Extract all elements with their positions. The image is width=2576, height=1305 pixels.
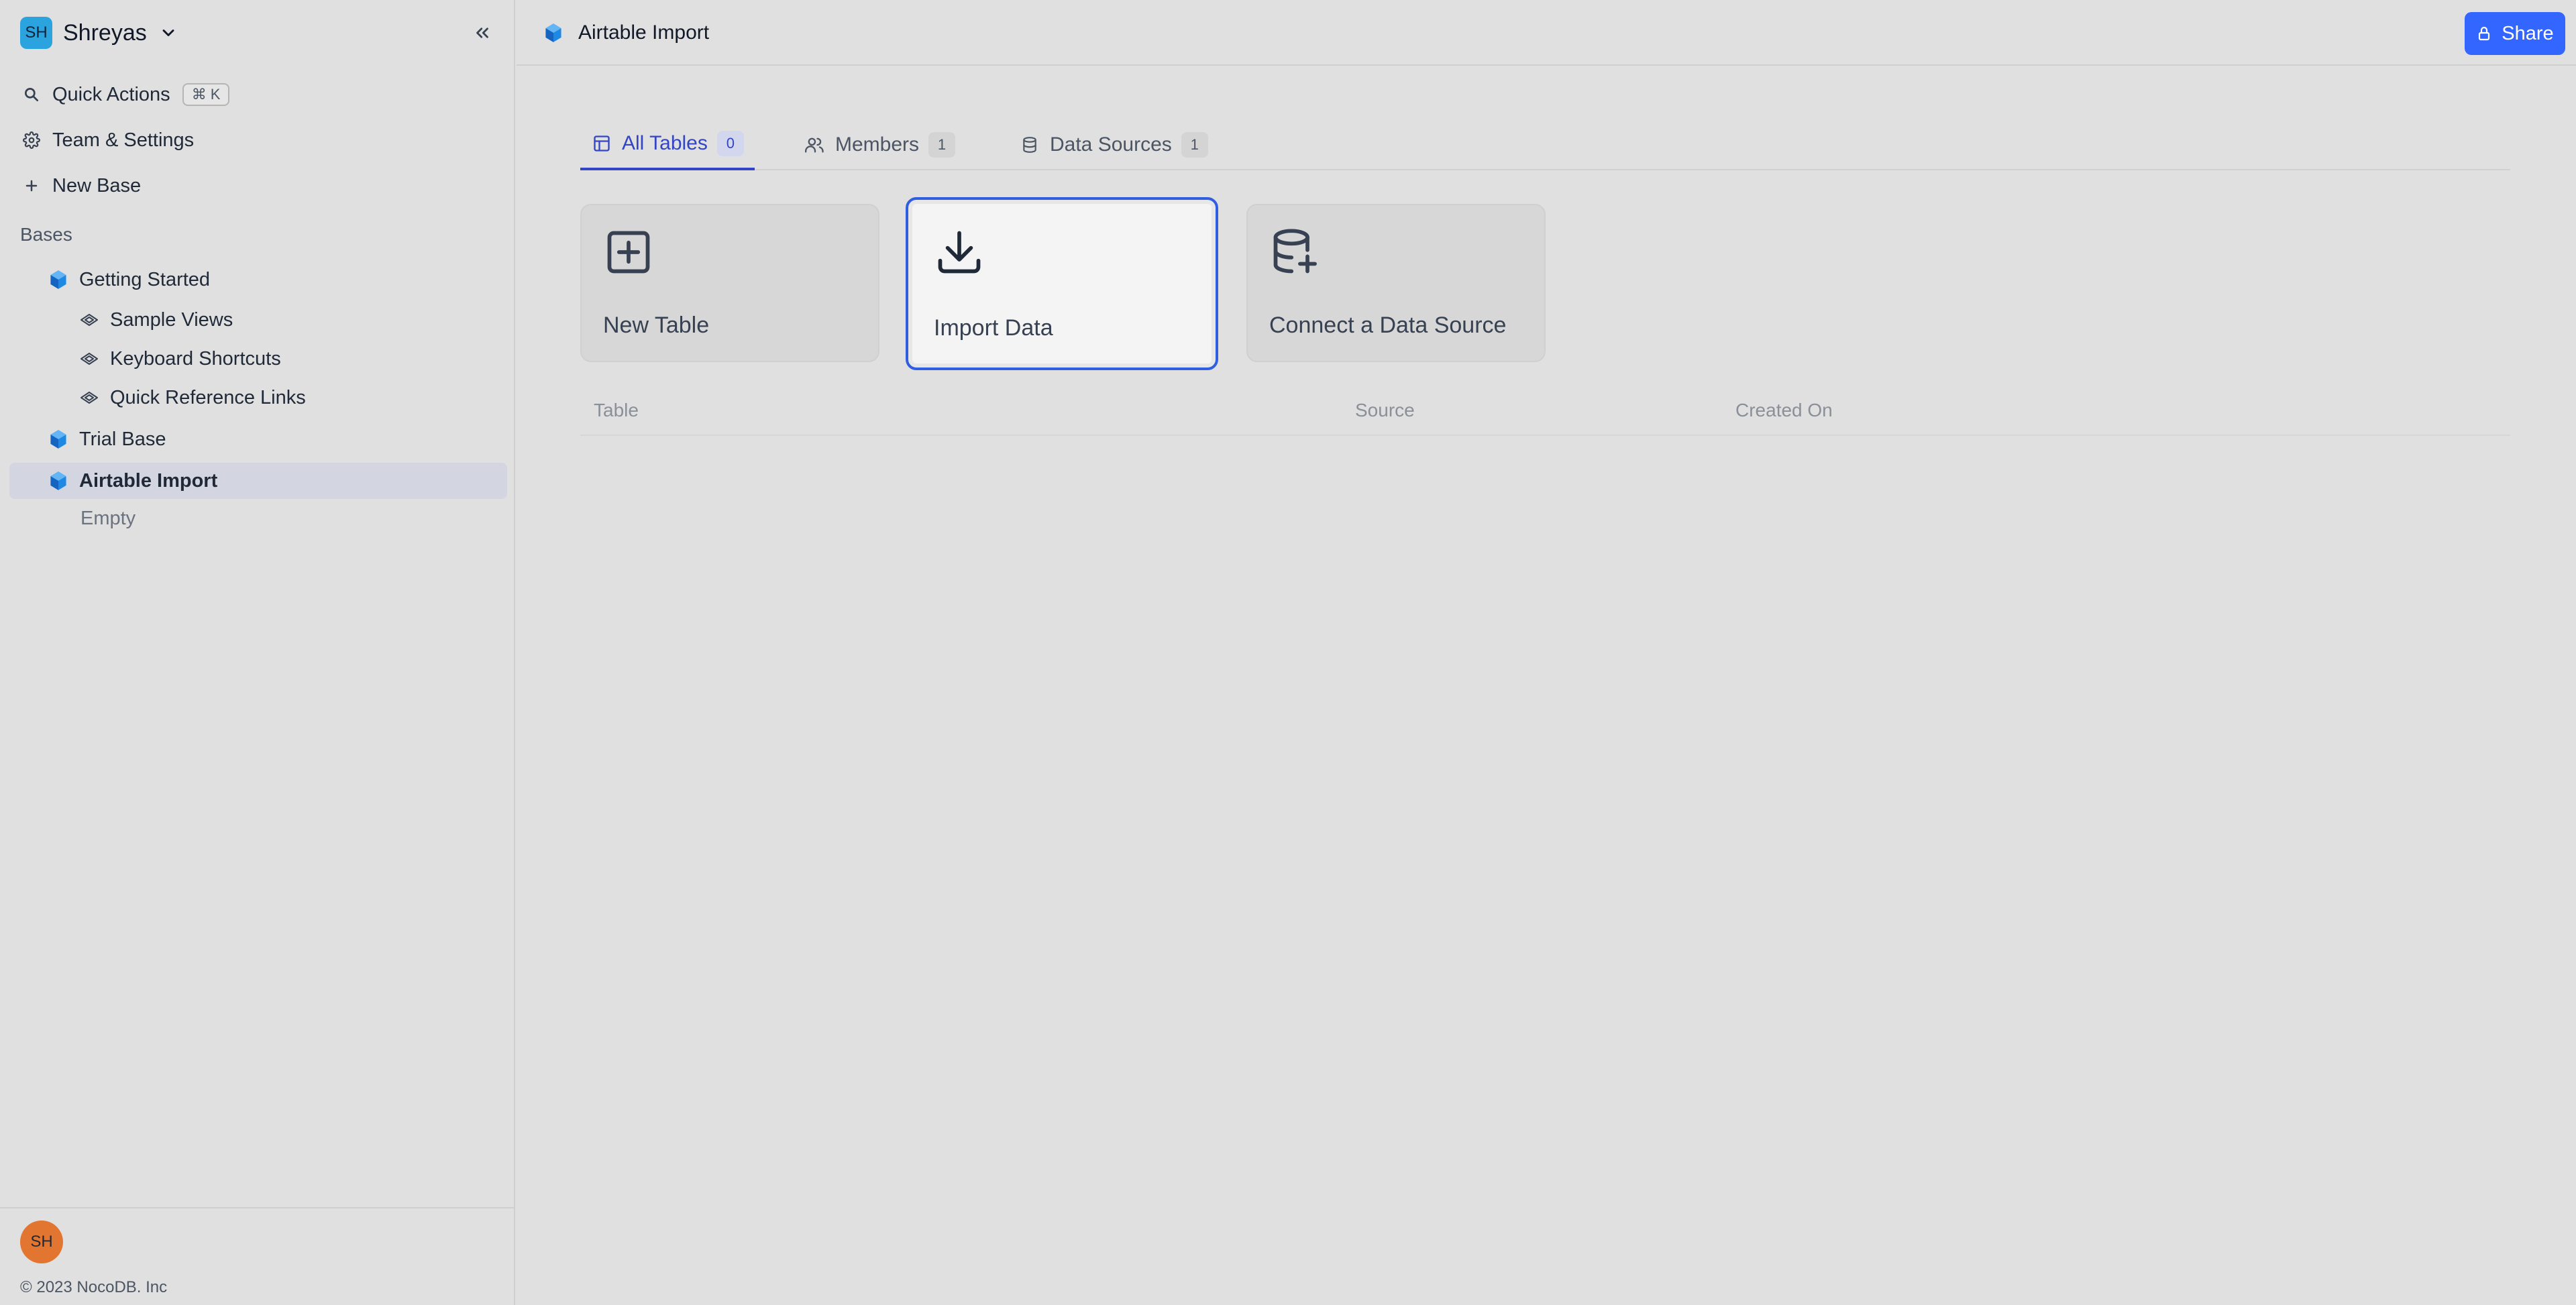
page-title-text: Airtable Import: [578, 21, 710, 44]
page-title: Airtable Import: [542, 15, 709, 51]
new-base-button[interactable]: New Base: [20, 169, 141, 203]
base-label: Trial Base: [79, 428, 166, 450]
base-cube-icon: [47, 469, 70, 492]
chevrons-left-icon: [476, 27, 488, 38]
base-label: Getting Started: [79, 268, 211, 290]
team-settings-label: Team & Settings: [52, 129, 195, 151]
database-icon: [1019, 134, 1040, 156]
tab-data-sources[interactable]: Data Sources 1: [1019, 119, 1208, 170]
base-airtable-import[interactable]: Airtable Import: [9, 463, 507, 499]
layers-icon: [78, 308, 101, 331]
base-cube-icon: [47, 268, 70, 291]
plus-square-icon: [607, 231, 650, 274]
tab-label: Data Sources: [1050, 133, 1172, 156]
plus-icon: [20, 174, 43, 197]
gear-icon: [20, 129, 43, 152]
view-label: Keyboard Shortcuts: [110, 347, 281, 370]
layers-icon: [78, 347, 101, 370]
lock-icon: [2476, 25, 2493, 42]
team-settings[interactable]: Team & Settings: [20, 123, 194, 157]
tables-list-header: Table Source Created On: [580, 389, 2510, 436]
share-button[interactable]: Share: [2465, 12, 2565, 55]
card-label: Import Data: [934, 315, 1053, 341]
view-label: Sample Views: [110, 308, 233, 331]
tab-label: All Tables: [622, 132, 708, 154]
view-label: Quick Reference Links: [110, 386, 306, 408]
base-cube-icon: [47, 428, 70, 451]
connect-data-source-card[interactable]: Connect a Data Source: [1246, 204, 1546, 362]
tab-count-badge: 1: [1181, 132, 1208, 158]
table-icon: [591, 133, 612, 154]
bases-section-label: Bases: [20, 224, 72, 245]
tab-count-badge: 0: [716, 131, 744, 156]
sidebar-footer: SH © 2023 NocoDB. Inc: [0, 1207, 514, 1305]
base-label: Airtable Import: [79, 469, 218, 492]
view-sample-views[interactable]: Sample Views: [78, 302, 233, 338]
copyright-text: © 2023 NocoDB. Inc: [20, 1278, 168, 1296]
view-keyboard-shortcuts[interactable]: Keyboard Shortcuts: [78, 341, 281, 377]
quick-actions[interactable]: Quick Actions ⌘ K: [20, 78, 230, 111]
card-label: New Table: [603, 313, 710, 338]
base-trial-base[interactable]: Trial Base: [47, 421, 166, 457]
base-getting-started[interactable]: Getting Started: [47, 262, 210, 298]
tab-count-badge: 1: [928, 132, 956, 158]
layers-icon: [78, 386, 101, 409]
view-quick-reference-links[interactable]: Quick Reference Links: [78, 380, 306, 416]
workspace-avatar: SH: [20, 17, 52, 49]
card-label: Connect a Data Source: [1269, 313, 1507, 338]
download-icon: [938, 231, 981, 274]
topbar: Airtable Import Share: [517, 0, 2576, 66]
shortcut-badge: ⌘ K: [182, 83, 230, 106]
user-avatar[interactable]: SH: [20, 1221, 63, 1263]
new-table-card[interactable]: New Table: [580, 204, 879, 362]
column-header-table: Table: [594, 400, 639, 420]
tab-members[interactable]: Members 1: [804, 119, 956, 170]
search-icon: [20, 83, 43, 106]
database-plus-icon: [1273, 229, 1317, 274]
collapse-sidebar-button[interactable]: [470, 20, 495, 46]
share-label: Share: [2502, 22, 2554, 44]
import-data-card[interactable]: Import Data: [906, 197, 1218, 370]
users-icon: [804, 134, 826, 156]
tab-label: Members: [835, 133, 920, 156]
empty-label: Empty: [80, 507, 136, 529]
column-header-source: Source: [1355, 400, 1415, 420]
tab-all-tables[interactable]: All Tables 0: [580, 119, 755, 170]
workspace-switcher[interactable]: SH Shreyas: [20, 16, 178, 50]
quick-actions-label: Quick Actions: [52, 83, 170, 105]
empty-placeholder: Empty: [80, 500, 136, 536]
new-base-label: New Base: [52, 174, 142, 196]
base-cube-icon: [542, 21, 565, 44]
column-header-created-on: Created On: [1735, 400, 1833, 420]
base-tabs: All Tables 0 Members 1 Data Sources 1: [580, 119, 2510, 170]
sidebar: SH Shreyas Quick Actions ⌘ K Team & Sett…: [0, 0, 515, 1305]
workspace-name: Shreyas: [63, 19, 147, 46]
chevron-down-icon: [162, 30, 174, 36]
